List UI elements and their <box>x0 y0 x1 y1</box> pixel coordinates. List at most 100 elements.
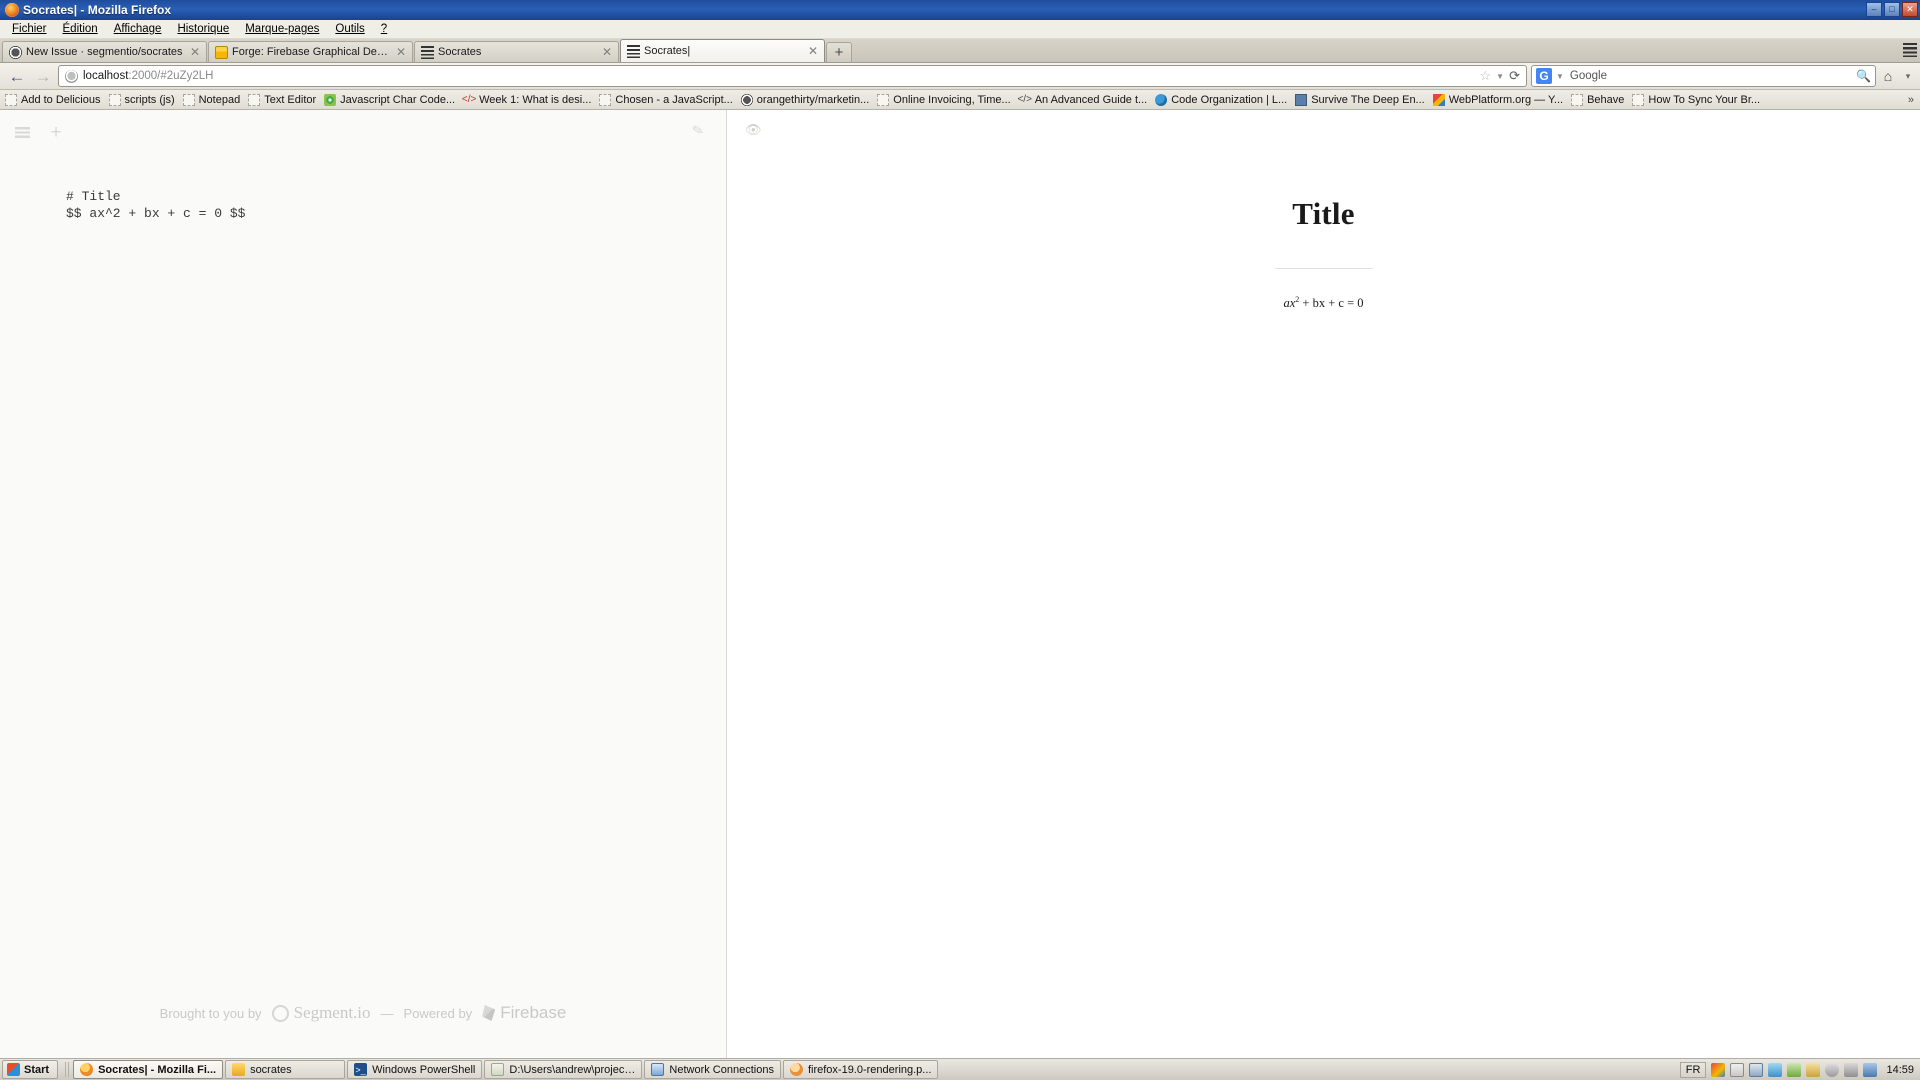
menu-fichier-label: Fichier <box>12 23 47 35</box>
socrates-icon <box>627 44 640 58</box>
tab-new-issue[interactable]: New Issue · segmentio/socrates ✕ <box>2 41 207 62</box>
url-bar[interactable]: localhost:2000/#2uZy2LH ☆ ▼ ⟳ <box>58 65 1527 87</box>
taskbar-item-network[interactable]: Network Connections <box>644 1060 781 1079</box>
search-bar[interactable]: G ▼ Google 🔍 <box>1531 65 1876 87</box>
windows-taskbar: Start Socrates| - Mozilla Fi... socrates… <box>0 1058 1920 1080</box>
bookmark-item[interactable]: Survive The Deep En... <box>1292 93 1430 107</box>
chevron-down-icon[interactable]: ▼ <box>1496 72 1504 81</box>
new-tab-button[interactable]: + <box>826 42 852 62</box>
page-content: + ✎ # Title $$ ax^2 + bx + c = 0 $$ Brou… <box>0 110 1920 1058</box>
bookmarks-overflow-icon[interactable]: » <box>1908 94 1918 106</box>
close-button[interactable]: ✕ <box>1902 2 1918 17</box>
menu-historique[interactable]: Historique <box>169 21 237 37</box>
flag-icon[interactable] <box>1863 1062 1878 1077</box>
preview-visibility-button[interactable]: 👁 <box>745 122 762 138</box>
bookmark-item[interactable]: WebPlatform.org — Y... <box>1430 93 1568 107</box>
bookmark-item[interactable]: How To Sync Your Br... <box>1629 93 1765 107</box>
toolbar-overflow-icon[interactable]: ▾ <box>1900 71 1916 82</box>
bookmark-item[interactable]: </> Week 1: What is desi... <box>460 93 596 107</box>
bookmark-item[interactable]: Javascript Char Code... <box>321 93 460 107</box>
tab-close-icon[interactable]: ✕ <box>394 46 408 58</box>
search-icon[interactable]: 🔍 <box>1856 69 1871 83</box>
google-icon[interactable]: G <box>1536 68 1552 84</box>
bookmark-star-icon[interactable]: ☆ <box>1480 68 1492 84</box>
bookmark-item[interactable]: scripts (js) <box>106 93 180 107</box>
taskbar-item-firefox-doc[interactable]: firefox-19.0-rendering.p... <box>782 1060 939 1079</box>
building-icon <box>1295 93 1308 106</box>
menu-affichage[interactable]: Affichage <box>106 21 170 37</box>
power-icon[interactable] <box>1825 1062 1840 1077</box>
paint-icon[interactable] <box>1711 1062 1726 1077</box>
bookmark-item[interactable]: Text Editor <box>245 93 321 107</box>
add-document-button[interactable]: + <box>48 123 64 142</box>
bookmark-item[interactable]: orangethirty/marketin... <box>738 93 875 107</box>
bookmark-item[interactable]: Code Organization | L... <box>1152 93 1292 107</box>
firefox-icon <box>5 3 19 17</box>
math-rhs: + bx + c = 0 <box>1299 296 1364 311</box>
monitor-icon[interactable] <box>1749 1062 1764 1077</box>
blank-icon <box>108 93 121 106</box>
back-icon[interactable]: ← <box>4 65 30 87</box>
bookmark-label: scripts (js) <box>124 93 175 106</box>
moon-blue-icon <box>1155 93 1168 106</box>
bookmark-item[interactable]: Chosen - a JavaScript... <box>596 93 737 107</box>
taskbar-item-socrates-folder[interactable]: socrates <box>225 1060 346 1079</box>
minimize-button[interactable]: ‒ <box>1866 2 1882 17</box>
sync-icon[interactable] <box>1787 1062 1802 1077</box>
bookmark-label: Behave <box>1587 93 1625 106</box>
preview-pane: 👁 Title ax2 + bx + c = 0 <box>727 110 1920 1058</box>
menu-marque-pages[interactable]: Marque-pages <box>237 21 327 37</box>
url-host: localhost <box>83 70 129 82</box>
tab-socrates-active[interactable]: Socrates| ✕ <box>620 39 825 62</box>
firebase-logo[interactable]: Firebase <box>482 1003 566 1023</box>
tab-label: Socrates| <box>644 45 691 57</box>
search-input[interactable]: Google <box>1570 70 1607 82</box>
tab-list-icon[interactable] <box>1903 43 1917 57</box>
forward-icon[interactable]: → <box>30 65 56 87</box>
key-icon[interactable] <box>1806 1062 1821 1077</box>
tab-close-icon[interactable]: ✕ <box>600 46 614 58</box>
bookmark-label: Chosen - a JavaScript... <box>615 93 733 106</box>
menu-hamburger-button[interactable] <box>14 125 30 139</box>
menu-fichier[interactable]: Fichier <box>4 21 55 37</box>
bookmark-item[interactable]: Behave <box>1568 93 1629 107</box>
tab-socrates[interactable]: Socrates ✕ <box>414 41 619 62</box>
bookmark-item[interactable]: Notepad <box>180 93 246 107</box>
powered-by-label: Powered by <box>403 1005 473 1021</box>
reload-icon[interactable]: ⟳ <box>1509 68 1520 84</box>
start-button[interactable]: Start <box>2 1060 59 1079</box>
markdown-source-editor[interactable]: # Title $$ ax^2 + bx + c = 0 $$ <box>0 144 726 222</box>
menu-edition[interactable]: Édition <box>55 21 106 37</box>
bookmark-item[interactable]: </> An Advanced Guide t... <box>1016 93 1153 107</box>
search-engine-chevron-icon[interactable]: ▼ <box>1556 72 1564 81</box>
window-controls: ‒ □ ✕ <box>1866 2 1918 17</box>
volume-icon[interactable] <box>1844 1062 1859 1077</box>
mail-icon[interactable] <box>1730 1062 1745 1077</box>
taskbar-label: firefox-19.0-rendering.p... <box>807 1063 932 1076</box>
blank-icon <box>5 93 17 106</box>
taskbar-item-project-folder[interactable]: D:\Users\andrew\project... <box>484 1060 643 1079</box>
url-path: :2000/#2uZy2LH <box>128 70 214 82</box>
clock[interactable]: 14:59 <box>1882 1064 1914 1076</box>
math-lhs: ax <box>1283 296 1296 311</box>
bookmark-item[interactable]: Online Invoicing, Time... <box>874 93 1015 107</box>
bookmark-label: Survive The Deep En... <box>1311 93 1425 106</box>
language-indicator[interactable]: FR <box>1679 1061 1707 1078</box>
tab-close-icon[interactable]: ✕ <box>806 45 820 57</box>
menu-help[interactable]: ? <box>373 21 395 37</box>
maximize-button[interactable]: □ <box>1884 2 1900 17</box>
segment-logo[interactable]: Segment.io <box>271 1003 371 1023</box>
shield-icon[interactable] <box>1768 1062 1783 1077</box>
bookmark-label: Add to Delicious <box>21 93 101 106</box>
blank-icon <box>248 93 261 106</box>
tab-close-icon[interactable]: ✕ <box>188 46 202 58</box>
home-icon[interactable]: ⌂ <box>1876 68 1900 84</box>
taskbar-item-firefox[interactable]: Socrates| - Mozilla Fi... <box>73 1060 224 1079</box>
tab-forge-firebase[interactable]: Forge: Firebase Graphical Debugger ✕ <box>208 41 413 62</box>
taskbar-grip[interactable] <box>65 1062 70 1077</box>
bookmark-label: Online Invoicing, Time... <box>893 93 1011 106</box>
menu-outils[interactable]: Outils <box>327 21 372 37</box>
taskbar-item-powershell[interactable]: >_ Windows PowerShell <box>347 1060 483 1079</box>
taskbar-label: Windows PowerShell <box>372 1063 476 1076</box>
bookmark-item[interactable]: Add to Delicious <box>2 93 106 107</box>
